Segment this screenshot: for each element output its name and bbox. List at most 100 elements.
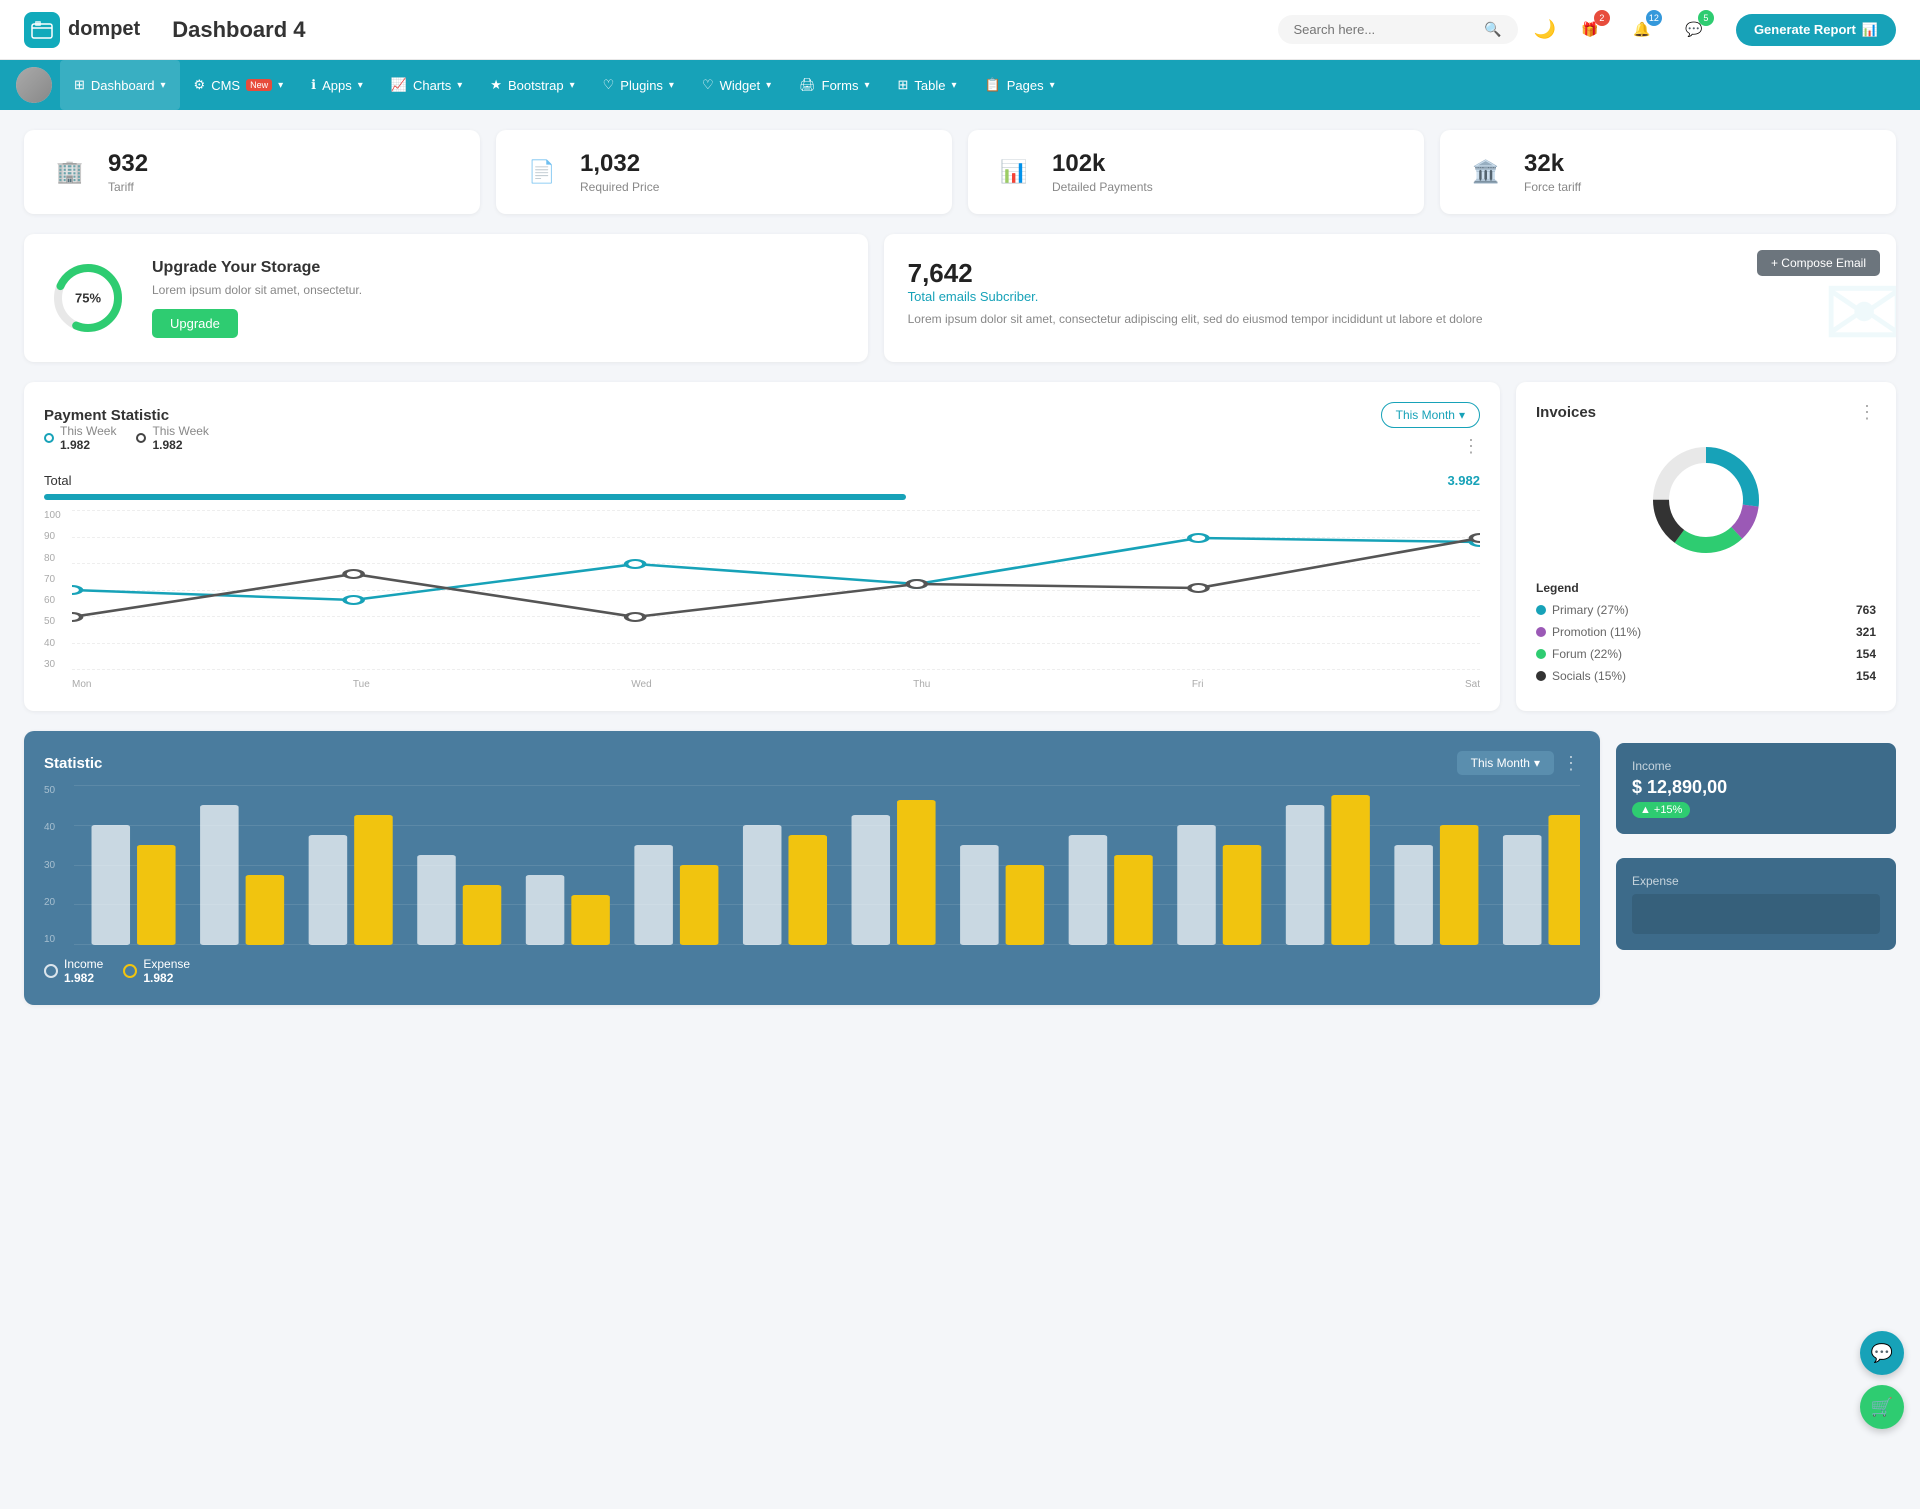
nav-dashboard-label: Dashboard xyxy=(91,78,155,93)
moon-icon[interactable]: 🌙 xyxy=(1534,19,1556,40)
invoices-title: Invoices xyxy=(1536,404,1596,421)
total-label: Total xyxy=(44,473,71,488)
storage-percent: 75% xyxy=(75,291,101,306)
expense-box: Expense xyxy=(1616,858,1896,950)
statistic-menu-icon[interactable]: ⋮ xyxy=(1562,753,1580,774)
invoices-header: Invoices ⋮ xyxy=(1536,402,1876,423)
primary-value: 763 xyxy=(1856,603,1876,617)
stat-card-tariff: 🏢 932 Tariff xyxy=(24,130,480,214)
nav-item-table[interactable]: ⊞ Table ▾ xyxy=(884,60,971,110)
required-price-value: 1,032 xyxy=(580,150,659,178)
gift-badge: 2 xyxy=(1594,10,1610,26)
charts-row: Payment Statistic This Week 1.982 xyxy=(24,382,1896,711)
detailed-payments-icon: 📊 xyxy=(992,150,1036,194)
statistic-controls: This Month ▾ ⋮ xyxy=(1457,751,1580,775)
tariff-label: Tariff xyxy=(108,180,148,194)
income-side-panel: Income $ 12,890,00 ▲ +15% Expense xyxy=(1616,731,1896,1005)
header-icons: 🌙 🎁2 🔔12 💬5 Generate Report 📊 xyxy=(1534,12,1896,48)
gift-button[interactable]: 🎁2 xyxy=(1572,12,1608,48)
plugins-nav-icon: ♡ xyxy=(603,77,615,93)
search-input[interactable] xyxy=(1294,22,1477,37)
stat-card-required-price: 📄 1,032 Required Price xyxy=(496,130,952,214)
nav-cms-label: CMS xyxy=(211,78,240,93)
payment-legend: This Week 1.982 This Week 1.982 xyxy=(44,424,209,452)
nav-widget-label: Widget xyxy=(720,78,760,93)
generate-report-button[interactable]: Generate Report 📊 xyxy=(1736,14,1896,46)
nav-item-dashboard[interactable]: ⊞ Dashboard ▾ xyxy=(60,60,180,110)
cms-nav-icon: ⚙ xyxy=(194,77,206,93)
invoices-card: Invoices ⋮ xyxy=(1516,382,1896,711)
forms-nav-icon: 🖨 xyxy=(799,77,816,93)
legend-header: Legend xyxy=(1536,581,1876,595)
statistic-legend: Income 1.982 Expense 1.982 xyxy=(44,957,1580,985)
kebab-menu-icon[interactable]: ⋮ xyxy=(1462,436,1480,456)
legend-label-2: This Week xyxy=(152,424,208,438)
invoices-menu-icon[interactable]: ⋮ xyxy=(1858,402,1876,423)
socials-color xyxy=(1536,671,1546,681)
search-bar[interactable]: 🔍 xyxy=(1278,15,1518,44)
nav-item-apps[interactable]: ℹ Apps ▾ xyxy=(297,60,377,110)
detailed-payments-label: Detailed Payments xyxy=(1052,180,1153,194)
stat-cards-grid: 🏢 932 Tariff 📄 1,032 Required Price 📊 10… xyxy=(24,130,1896,214)
income-badge-text: +15% xyxy=(1654,804,1682,816)
nav-item-widget[interactable]: ♡ Widget ▾ xyxy=(688,60,785,110)
nav-bootstrap-label: Bootstrap xyxy=(508,78,564,93)
nav-forms-label: Forms xyxy=(822,78,859,93)
bottom-row: Statistic This Month ▾ ⋮ 50 40 30 20 10 xyxy=(24,731,1896,1005)
fab-support-button[interactable]: 💬 xyxy=(1860,1331,1904,1375)
stat-card-force-tariff: 🏛️ 32k Force tariff xyxy=(1440,130,1896,214)
income-legend-item: Income 1.982 xyxy=(44,957,103,985)
bell-button[interactable]: 🔔12 xyxy=(1624,12,1660,48)
bar-chart-icon: 📊 xyxy=(1862,22,1878,38)
nav-item-plugins[interactable]: ♡ Plugins ▾ xyxy=(589,60,688,110)
expense-legend-item: Expense 1.982 xyxy=(123,957,190,985)
this-month-select[interactable]: This Month ▾ xyxy=(1381,402,1480,428)
storage-title: Upgrade Your Storage xyxy=(152,259,362,277)
income-box-label: Income xyxy=(1632,759,1880,773)
nav-item-charts[interactable]: 📈 Charts ▾ xyxy=(377,60,477,110)
nav-item-bootstrap[interactable]: ★ Bootstrap ▾ xyxy=(476,60,588,110)
detailed-payments-info: 102k Detailed Payments xyxy=(1052,150,1153,194)
tariff-icon: 🏢 xyxy=(48,150,92,194)
fab-cart-button[interactable]: 🛒 xyxy=(1860,1385,1904,1429)
income-legend-dot xyxy=(44,964,58,978)
primary-label: Primary (27%) xyxy=(1552,603,1856,617)
payment-total-row: Total 3.982 xyxy=(44,473,1480,488)
line-chart-inner: Mon Tue Wed Thu Fri Sat xyxy=(72,510,1480,690)
force-tariff-value: 32k xyxy=(1524,150,1581,178)
chat-button[interactable]: 💬5 xyxy=(1676,12,1712,48)
legend-item-1: This Week 1.982 xyxy=(44,424,116,452)
dashboard-arrow-icon: ▾ xyxy=(161,80,166,91)
detailed-payments-value: 102k xyxy=(1052,150,1153,178)
middle-row: 75% Upgrade Your Storage Lorem ipsum dol… xyxy=(24,234,1896,362)
socials-value: 154 xyxy=(1856,669,1876,683)
statistic-month-arrow: ▾ xyxy=(1534,756,1540,770)
nav-table-label: Table xyxy=(914,78,945,93)
legend-dot-dark xyxy=(136,433,146,443)
logo-icon xyxy=(24,12,60,48)
nav-item-cms[interactable]: ⚙ CMS New ▾ xyxy=(180,60,298,110)
statistic-month-button[interactable]: This Month ▾ xyxy=(1457,751,1554,775)
line-chart-svg xyxy=(72,510,1480,670)
email-count: 7,642 xyxy=(908,258,1872,289)
force-tariff-icon: 🏛️ xyxy=(1464,150,1508,194)
required-price-label: Required Price xyxy=(580,180,659,194)
legend-row-primary: Primary (27%) 763 xyxy=(1536,603,1876,617)
widget-arrow-icon: ▾ xyxy=(766,80,771,91)
email-card: + Compose Email 7,642 Total emails Subcr… xyxy=(884,234,1896,362)
nav-item-forms[interactable]: 🖨 Forms ▾ xyxy=(785,60,883,110)
upgrade-button[interactable]: Upgrade xyxy=(152,309,238,338)
forms-arrow-icon: ▾ xyxy=(864,80,869,91)
header: dompet Dashboard 4 🔍 🌙 🎁2 🔔12 💬5 Generat… xyxy=(0,0,1920,60)
bar-chart-area: 50 40 30 20 10 xyxy=(44,785,1580,945)
nav-plugins-label: Plugins xyxy=(620,78,663,93)
income-legend-val: 1.982 xyxy=(64,971,103,985)
nav-pages-label: Pages xyxy=(1007,78,1044,93)
legend-row-forum: Forum (22%) 154 xyxy=(1536,647,1876,661)
widget-nav-icon: ♡ xyxy=(702,77,714,93)
legend-item-2: This Week 1.982 xyxy=(136,424,208,452)
nav-item-pages[interactable]: 📋 Pages ▾ xyxy=(971,60,1069,110)
legend-row-socials: Socials (15%) 154 xyxy=(1536,669,1876,683)
charts-arrow-icon: ▾ xyxy=(457,80,462,91)
nav-apps-label: Apps xyxy=(322,78,352,93)
